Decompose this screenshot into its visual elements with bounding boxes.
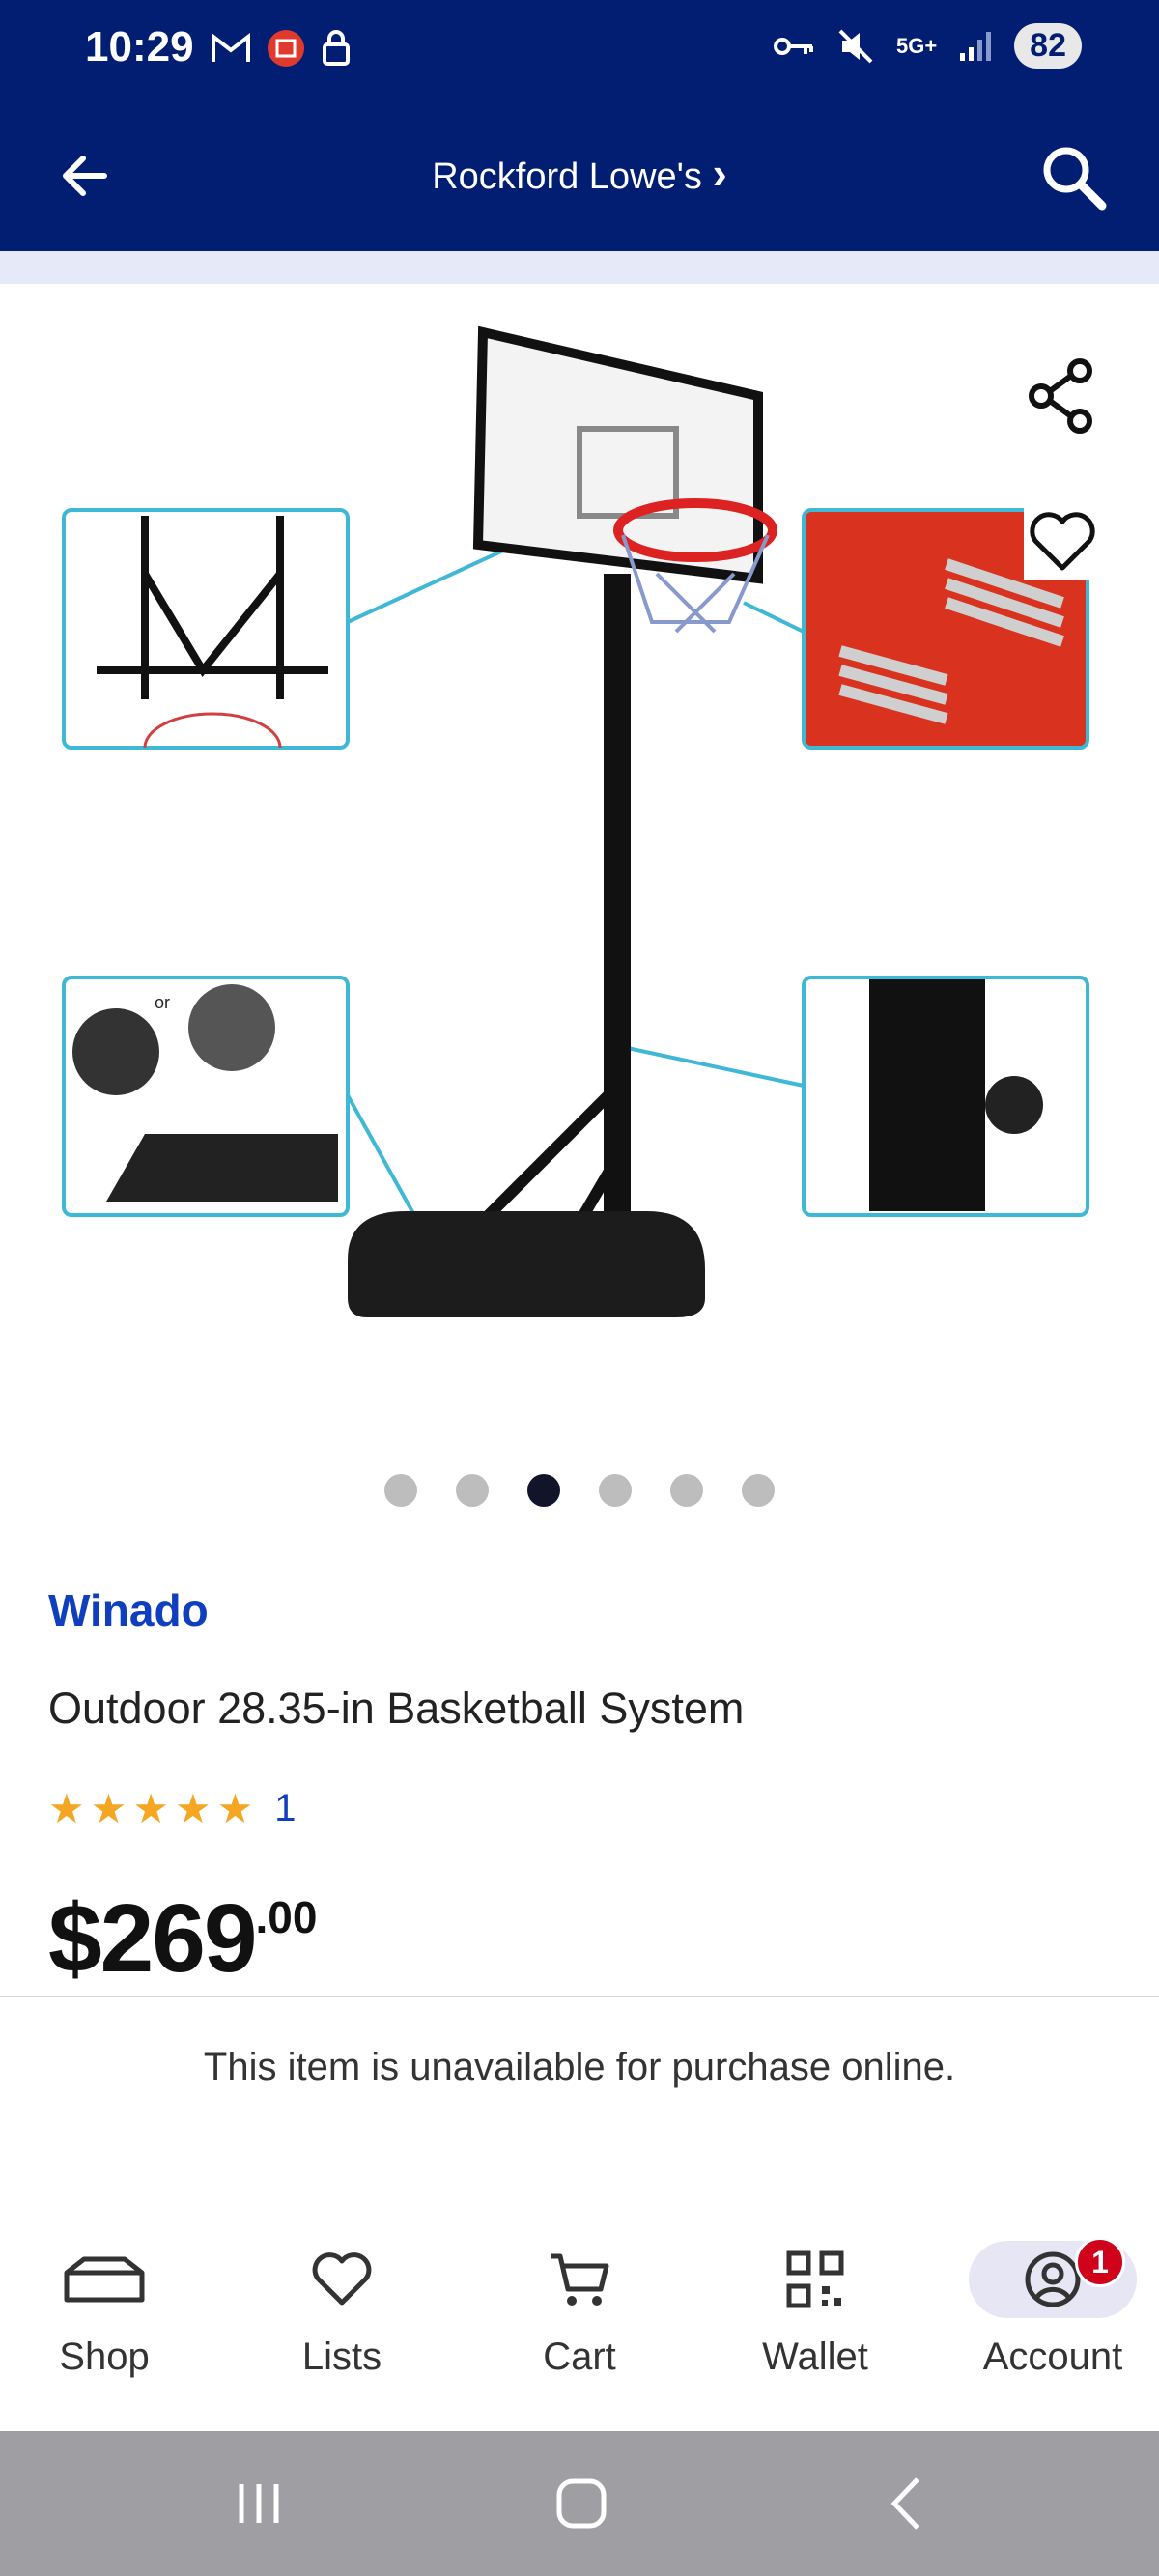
cart-icon — [551, 2253, 609, 2306]
home-icon[interactable] — [544, 2470, 621, 2537]
product-title: Outdoor 28.35-in Basketball System — [48, 1684, 745, 1733]
notification-badge: 1 — [1075, 2237, 1125, 2287]
mute-icon — [838, 29, 873, 63]
status-system-icons: 5G+ 82 — [773, 23, 1082, 69]
star-icon: ★ — [216, 1785, 254, 1831]
carousel-dot[interactable] — [456, 1474, 489, 1507]
product-image[interactable]: or — [0, 284, 1159, 1443]
carousel-dot[interactable] — [742, 1474, 775, 1507]
app-header: Rockford Lowe's › — [0, 100, 1159, 251]
knob-detail — [985, 1076, 1043, 1134]
status-notification-icons — [211, 29, 352, 68]
chevron-right-icon: › — [712, 148, 727, 198]
pole-detail — [869, 979, 985, 1211]
nav-lists[interactable]: Lists — [245, 2241, 438, 2379]
vpn-key-icon — [773, 37, 813, 55]
status-bar: 10:29 5G+ 82 — [0, 0, 1159, 100]
header-divider — [0, 251, 1159, 284]
share-icon[interactable] — [1024, 357, 1101, 435]
store-selector[interactable]: Rockford Lowe's › — [0, 147, 1159, 199]
shop-icon — [64, 2256, 145, 2303]
nav-account[interactable]: 1 Account — [956, 2237, 1149, 2379]
heart-icon — [312, 2252, 372, 2306]
nav-label: Shop — [59, 2335, 150, 2378]
star-icon: ★ — [48, 1785, 85, 1831]
base-detail — [106, 1134, 338, 1202]
account-icon — [1025, 2251, 1081, 2307]
divider — [0, 1996, 1159, 1997]
nav-label: Lists — [301, 2335, 382, 2378]
carousel-dot[interactable] — [384, 1474, 417, 1507]
system-navigation-bar — [0, 2431, 1159, 2576]
rating-count[interactable]: 1 — [274, 1787, 296, 1830]
rating-summary[interactable]: ★ ★ ★ ★ ★ 1 — [48, 1787, 297, 1830]
availability-message: This item is unavailable for purchase on… — [203, 2046, 956, 2088]
price: $269.00 — [48, 1883, 317, 1995]
nav-label: Cart — [543, 2335, 616, 2378]
image-carousel-dots — [0, 1474, 1159, 1507]
pole — [604, 574, 631, 1298]
heart-icon[interactable] — [1024, 502, 1101, 580]
carousel-dot-active[interactable] — [527, 1474, 560, 1507]
nav-label: Account — [982, 2335, 1123, 2378]
inset-or-label: or — [155, 993, 170, 1012]
carousel-dot[interactable] — [599, 1474, 632, 1507]
bottom-navigation: Shop Lists Cart Wallet 1 Account — [0, 2212, 1159, 2434]
nav-shop[interactable]: Shop — [8, 2241, 201, 2379]
brand-link[interactable]: Winado — [48, 1584, 209, 1636]
store-name: Rockford Lowe's — [432, 156, 702, 197]
network-type: 5G+ — [895, 33, 938, 58]
nav-label: Wallet — [762, 2335, 868, 2378]
back-icon[interactable] — [867, 2470, 945, 2537]
fill-cap-1 — [72, 1008, 159, 1095]
star-icon: ★ — [174, 1785, 212, 1831]
status-time: 10:29 — [85, 23, 194, 71]
price-cents: .00 — [255, 1892, 318, 1942]
search-icon[interactable] — [1035, 139, 1113, 216]
nav-cart[interactable]: Cart — [483, 2241, 676, 2379]
star-icon: ★ — [90, 1785, 127, 1831]
battery-indicator: 82 — [1014, 23, 1082, 69]
star-icon: ★ — [132, 1785, 169, 1831]
base — [348, 1211, 705, 1317]
recent-apps-icon[interactable] — [220, 2470, 297, 2537]
fill-cap-2 — [188, 984, 275, 1071]
nav-wallet[interactable]: Wallet — [719, 2241, 912, 2379]
store-app-icon — [268, 30, 304, 67]
lock-icon — [323, 30, 350, 66]
price-dollars: $269 — [48, 1884, 257, 1993]
callout-lines — [346, 509, 805, 1270]
gmail-icon — [212, 33, 250, 62]
inset-backboard-bracket — [62, 508, 350, 750]
signal-icon — [960, 31, 992, 61]
qr-icon — [786, 2250, 844, 2308]
carousel-dot[interactable] — [670, 1474, 703, 1507]
